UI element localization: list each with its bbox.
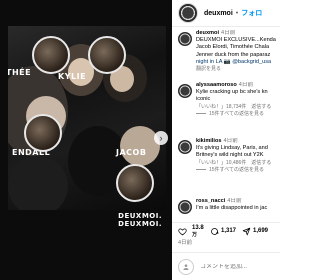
next-arrow-icon[interactable]: › [154,131,168,145]
comment-count: 1,317 [221,228,237,234]
avatar[interactable] [178,84,192,98]
avatar[interactable] [178,32,192,46]
comment-time: 4日前 [221,30,236,36]
comment-username[interactable]: ross_nacci [196,198,225,204]
share-action[interactable]: 1,699 [242,227,268,236]
comment-bubble-icon[interactable] [210,227,219,236]
share-count: 1,699 [253,228,269,234]
comment-action[interactable]: 1,317 [210,227,236,236]
label-kylie: KYLIE [58,72,87,81]
header-separator: • [235,9,239,17]
my-avatar [178,259,194,275]
action-bar: 13.8 万 1,317 1,699 [172,222,280,239]
translate-link[interactable]: 翻訳を見る [196,66,280,73]
inset-circle-top-left [32,36,70,74]
inset-circle-mid-left [24,114,62,152]
comment-text: Britney's wild night out Y2K [196,152,264,159]
comment-time: 4日前 [227,198,242,204]
avatar[interactable] [178,200,192,214]
follow-button[interactable]: フォロ [241,8,262,18]
caption-line: Jacob Elordi, Timothée Chala [196,44,270,51]
avatar[interactable] [178,140,192,154]
header-username[interactable]: deuxmoi [204,10,233,17]
comment-meta[interactable]: 「いいね！」18,734件 返信する [196,104,280,111]
post-photo[interactable]: THÉE KYLIE ENDALL JACOB DEUXMOI. DEUXMOI… [0,0,172,280]
label-thee: THÉE [8,68,32,77]
view-replies-link[interactable]: 15件すべての返信を見る [196,111,280,118]
comment-text: iconic [196,96,211,103]
watermark: DEUXMOI. DEUXMOI. [118,212,162,228]
photo-image: THÉE KYLIE ENDALL JACOB [8,26,166,210]
like-action[interactable] [178,227,187,236]
post-panel: deuxmoi • フォロ deuxmoi 4日前 DEUXMOI EXCLUSI… [172,0,280,280]
like-count: 13.8 万 [192,225,204,238]
caption-line[interactable]: night in LA 📷 @backgrid_usa [196,59,280,66]
caption-line: DEUXMOI EXCLUSIVE...Kenda [196,37,276,44]
view-replies-link[interactable]: 15件すべての返信を見る [196,167,280,174]
comment-username[interactable]: deuxmoi [196,30,219,36]
comment-username[interactable]: alyssaamoroso [196,82,237,88]
inset-circle-bottom-right [116,164,154,202]
post-time: 4日前 [178,240,193,246]
comment-meta[interactable]: 「いいね！」10,486件 返信する [196,160,280,167]
comment-text: Kylie cracking up bc she's kn [196,89,268,96]
comment-text: I'm a little disappointed in jac [196,205,268,212]
label-jacob: JACOB [116,148,147,157]
user-icon [183,264,189,270]
post-header: deuxmoi • フォロ [172,0,280,27]
heart-icon[interactable] [178,227,187,236]
comment-input[interactable] [200,264,280,270]
share-icon[interactable] [242,227,251,236]
comment-time: 4日前 [238,82,254,88]
comment-username[interactable]: kikimilios [196,138,222,144]
caption-line: Jenner duck from the paparaz [196,51,271,58]
avatar[interactable] [178,3,198,23]
comment-text: It's giving Lindsay, Paris, and [196,145,268,152]
comment-bar [172,252,280,280]
comment-time: 4日前 [223,138,238,144]
inset-circle-top-right [88,36,126,74]
